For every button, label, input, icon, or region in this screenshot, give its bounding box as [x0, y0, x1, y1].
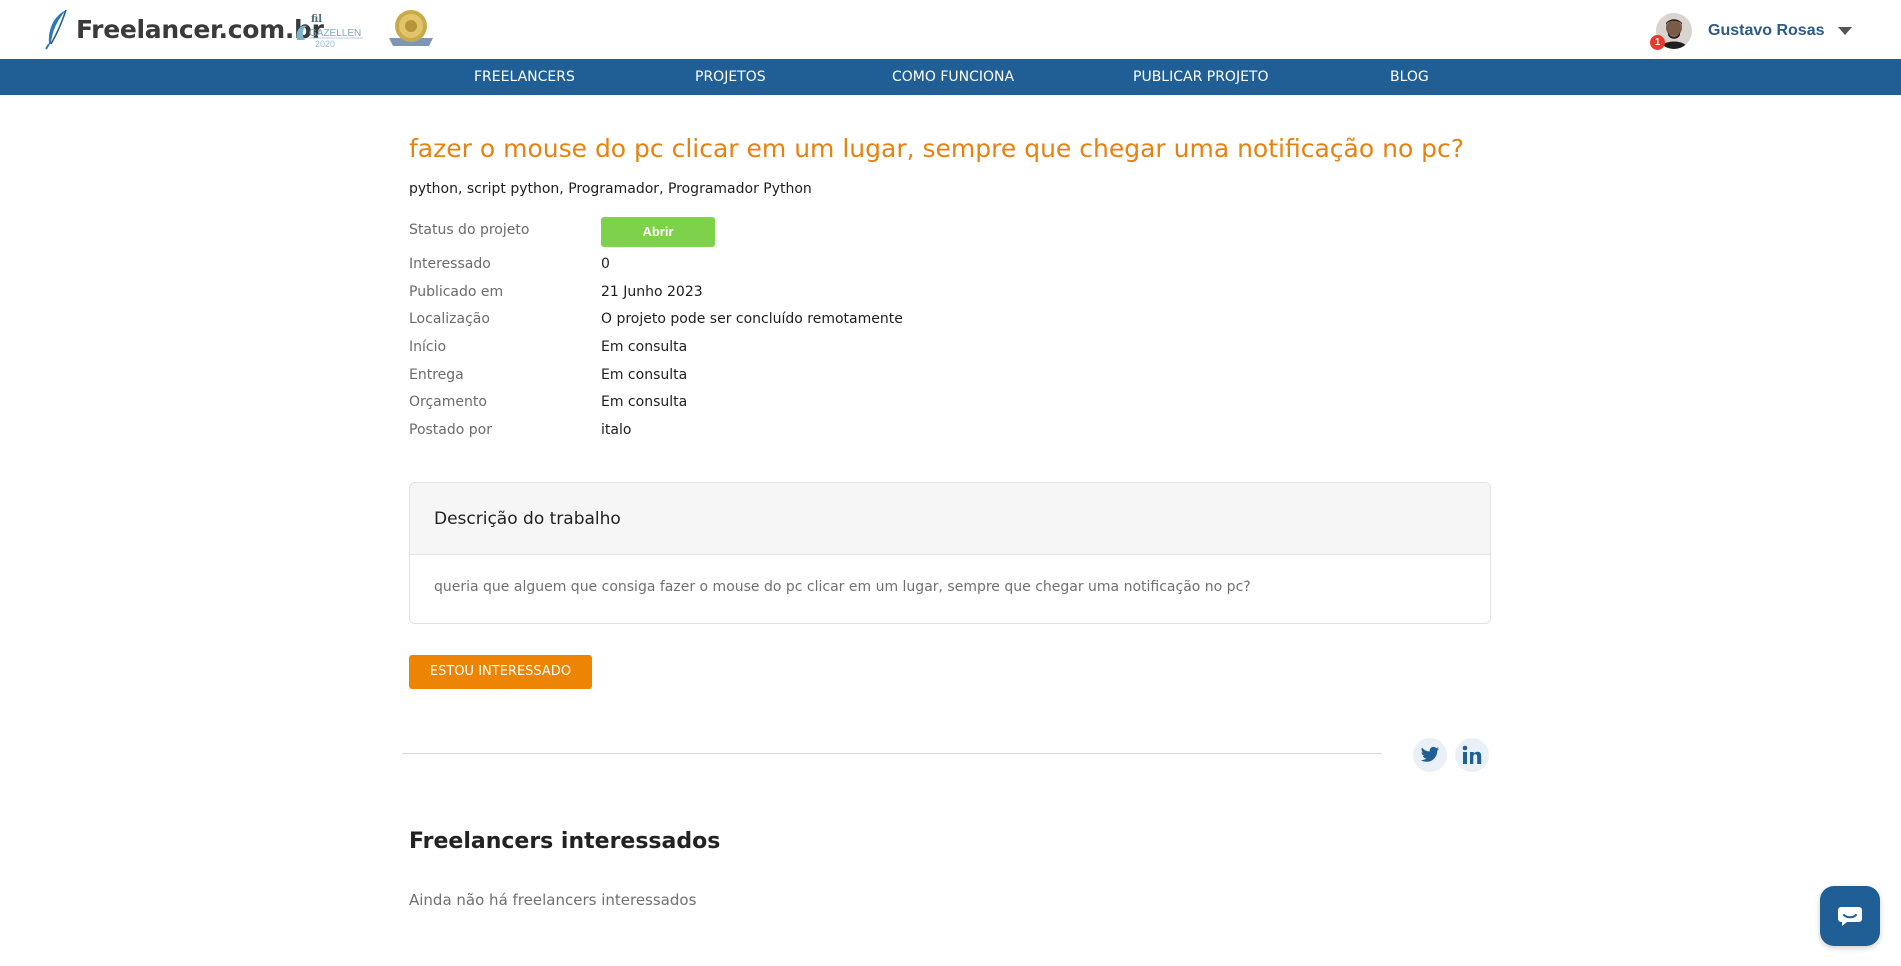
description-card: Descrição do trabalho queria que alguem … — [409, 482, 1491, 624]
empty-state-text: Ainda não há freelancers interessados — [409, 891, 697, 909]
detail-value: Em consulta — [601, 339, 688, 355]
avatar[interactable]: 1 — [1650, 13, 1692, 50]
divider — [402, 753, 1382, 754]
linkedin-icon — [1462, 745, 1482, 764]
twitter-icon — [1420, 746, 1440, 762]
interested-button[interactable]: ESTOU INTERESSADO — [409, 655, 592, 689]
medal-award-icon — [389, 10, 433, 46]
description-text: queria que alguem que consiga fazer o mo… — [434, 579, 1251, 595]
nav-projetos[interactable]: PROJETOS — [695, 59, 766, 95]
logo-text: Freelancer.com.br — [76, 14, 324, 44]
detail-label: Orçamento — [409, 394, 487, 410]
detail-value: 21 Junho 2023 — [601, 284, 703, 300]
detail-label: Entrega — [409, 367, 464, 383]
section-title: Freelancers interessados — [409, 829, 721, 854]
detail-label: Postado por — [409, 422, 492, 438]
gazellen-award-icon: fil GAZELLEN 2020 — [296, 14, 363, 48]
top-header: Freelancer.com.br fil GAZELLEN 2020 1 Gu… — [0, 0, 1901, 59]
user-name[interactable]: Gustavo Rosas — [1708, 22, 1824, 40]
chevron-down-icon[interactable] — [1838, 27, 1853, 35]
user-menu[interactable]: 1 Gustavo Rosas — [1650, 11, 1853, 51]
twitter-share-button[interactable] — [1413, 738, 1447, 772]
nav-blog[interactable]: BLOG — [1390, 59, 1429, 95]
detail-value: 0 — [601, 256, 610, 272]
detail-label: Início — [409, 339, 447, 355]
detail-value[interactable]: italo — [601, 422, 631, 438]
svg-text:2020: 2020 — [315, 39, 335, 48]
detail-label: Publicado em — [409, 284, 504, 300]
nav-freelancers[interactable]: FREELANCERS — [474, 59, 575, 95]
detail-label: Localização — [409, 311, 490, 327]
status-badge: Abrir — [601, 217, 715, 247]
svg-text:fil: fil — [311, 14, 322, 25]
project-tags: python, script python, Programador, Prog… — [409, 181, 812, 197]
detail-value: O projeto pode ser concluído remotamente — [601, 311, 903, 327]
svg-text:GAZELLEN: GAZELLEN — [309, 28, 361, 39]
linkedin-share-button[interactable] — [1455, 738, 1489, 772]
detail-label: Interessado — [409, 256, 491, 272]
chat-widget-button[interactable] — [1820, 886, 1880, 946]
project-title: fazer o mouse do pc clicar em um lugar, … — [409, 134, 1465, 163]
description-heading: Descrição do trabalho — [410, 483, 1490, 555]
nav-como-funciona[interactable]: COMO FUNCIONA — [892, 59, 1014, 95]
feather-icon — [45, 9, 67, 50]
main-nav: FREELANCERS PROJETOS COMO FUNCIONA PUBLI… — [0, 59, 1901, 95]
detail-value: Em consulta — [601, 394, 688, 410]
notification-badge[interactable]: 1 — [1650, 35, 1665, 50]
chat-icon — [1838, 907, 1862, 926]
site-logo[interactable]: Freelancer.com.br — [44, 8, 324, 50]
status-label: Status do projeto — [409, 222, 530, 238]
detail-value: Em consulta — [601, 367, 688, 383]
nav-publicar-projeto[interactable]: PUBLICAR PROJETO — [1133, 59, 1269, 95]
